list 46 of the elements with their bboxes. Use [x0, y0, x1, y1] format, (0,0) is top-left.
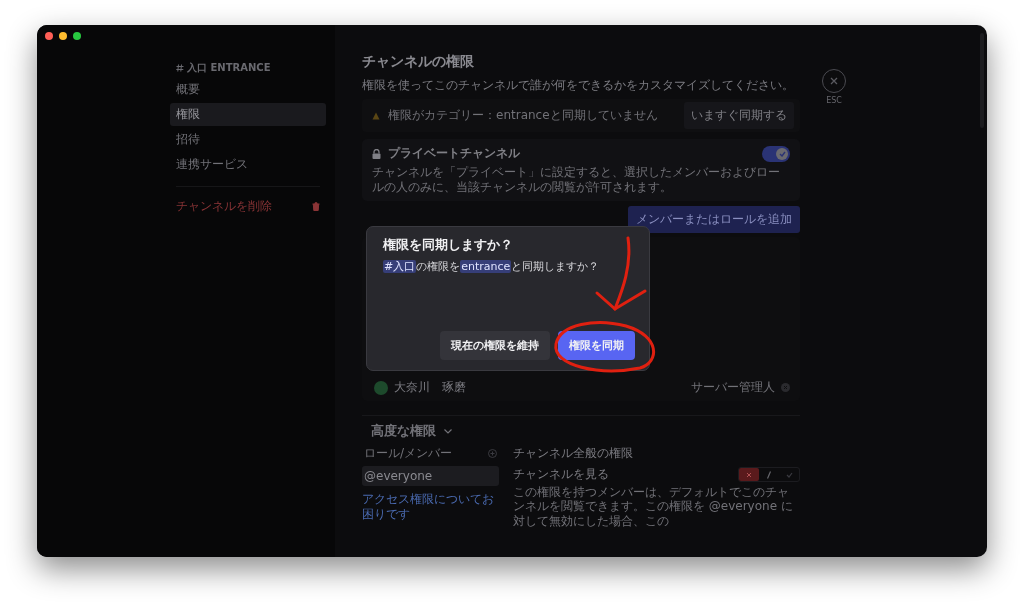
member-role: サーバー管理人 [691, 379, 775, 396]
sync-now-button[interactable]: いますぐ同期する [684, 102, 794, 129]
check-icon [778, 150, 786, 157]
trash-icon [312, 202, 320, 211]
page-title: チャンネルの権限 [362, 53, 475, 71]
deny-icon [746, 471, 752, 478]
zoom-window-icon[interactable] [73, 32, 81, 40]
page-description: 権限を使ってこのチャンネルで誰が何をできるかをカスタマイズしてください。 [362, 77, 795, 94]
esc-label: ESC [826, 96, 842, 105]
member-name: 大奈川 琢磨 [394, 379, 467, 396]
dialog-title: 権限を同期しますか？ [383, 237, 514, 254]
keep-permissions-button[interactable]: 現在の権限を維持 [440, 331, 550, 360]
dialog-message: #入口 の権限を entrance と同期しますか？ [383, 259, 601, 275]
permission-name: チャンネルを見る [513, 466, 609, 483]
private-toggle[interactable] [762, 145, 790, 162]
delete-channel-label: チャンネルを削除 [176, 198, 272, 215]
chevron-down-icon[interactable] [444, 428, 452, 434]
channel-mention[interactable]: entrance [460, 260, 512, 273]
advanced-permissions-title: 高度な権限 [371, 422, 436, 440]
sync-permissions-button[interactable]: 権限を同期 [558, 331, 635, 360]
private-channel-title: プライベートチャンネル [388, 145, 521, 162]
help-link[interactable]: アクセス権限についてお困りです [362, 492, 499, 522]
channel-name-header: 入口 ENTRANCE [187, 61, 271, 75]
private-channel-description: チャンネルを「プライベート」に設定すると、選択したメンバーおよびロールの人のみに、当該チャンネルの閲覧が許可されます。 [372, 165, 781, 195]
sidebar-item[interactable]: 概要 [170, 78, 326, 101]
channel-hash-icon [176, 64, 184, 72]
roles-header: ロール/メンバー [364, 445, 453, 462]
sidebar-item[interactable]: 連携サービス [170, 153, 326, 176]
delete-channel-item[interactable]: チャンネルを削除 [170, 195, 326, 218]
lock-icon [372, 148, 381, 159]
close-icon [829, 76, 839, 86]
role-item[interactable]: @everyone [362, 466, 499, 486]
minimize-window-icon[interactable] [59, 32, 67, 40]
check-icon [785, 471, 793, 478]
sync-notice-text: 権限がカテゴリー：entranceと同期していません [388, 107, 659, 124]
permission-section-title: チャンネル全般の権限 [513, 445, 634, 462]
permission-description: この権限を持つメンバーは、デフォルトでこのチャンネルを閲覧できます。この権限を @everyone に対して無効にした場合、この [513, 485, 794, 529]
slash-icon [766, 470, 772, 479]
permission-switch[interactable] [738, 467, 800, 482]
channel-mention[interactable]: #入口 [383, 260, 417, 273]
close-window-icon[interactable] [45, 32, 53, 40]
sidebar-item[interactable]: 権限 [170, 103, 326, 126]
sidebar-item[interactable]: 招待 [170, 128, 326, 151]
avatar [374, 380, 388, 395]
add-member-button[interactable]: メンバーまたはロールを追加 [628, 206, 800, 233]
warning-icon [372, 111, 380, 120]
